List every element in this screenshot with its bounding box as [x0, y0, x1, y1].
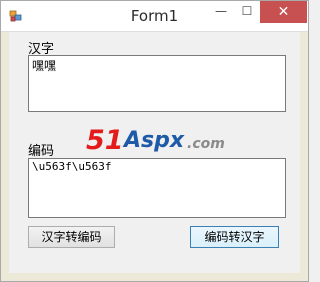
to-chars-button[interactable]: 编码转汉字 [190, 226, 279, 248]
watermark-part3: .com [187, 136, 225, 152]
watermark-part2: Aspx [124, 128, 185, 153]
close-icon: ✕ [277, 4, 290, 20]
minimize-icon: — [215, 4, 227, 18]
minimize-button[interactable]: — [208, 1, 234, 23]
form-client-area: 汉字 嘿嘿 51 Aspx .com 编码 \u563f\u563f 汉字转编码… [9, 32, 300, 273]
form1-window: Form1 — ☐ ✕ 汉字 嘿嘿 51 Aspx .com 编码 \u563f… [0, 0, 309, 282]
to-code-button[interactable]: 汉字转编码 [28, 226, 115, 248]
watermark-logo: 51 Aspx .com [86, 125, 236, 157]
watermark-part1: 51 [86, 125, 124, 156]
maximize-button[interactable]: ☐ [234, 1, 260, 23]
encoded-textbox[interactable]: \u563f\u563f [28, 158, 286, 218]
maximize-icon: ☐ [241, 4, 253, 18]
encoded-label: 编码 [28, 144, 55, 159]
source-textbox[interactable]: 嘿嘿 [28, 55, 286, 112]
title-bar[interactable]: Form1 — ☐ ✕ [1, 1, 308, 32]
close-button[interactable]: ✕ [260, 1, 307, 23]
